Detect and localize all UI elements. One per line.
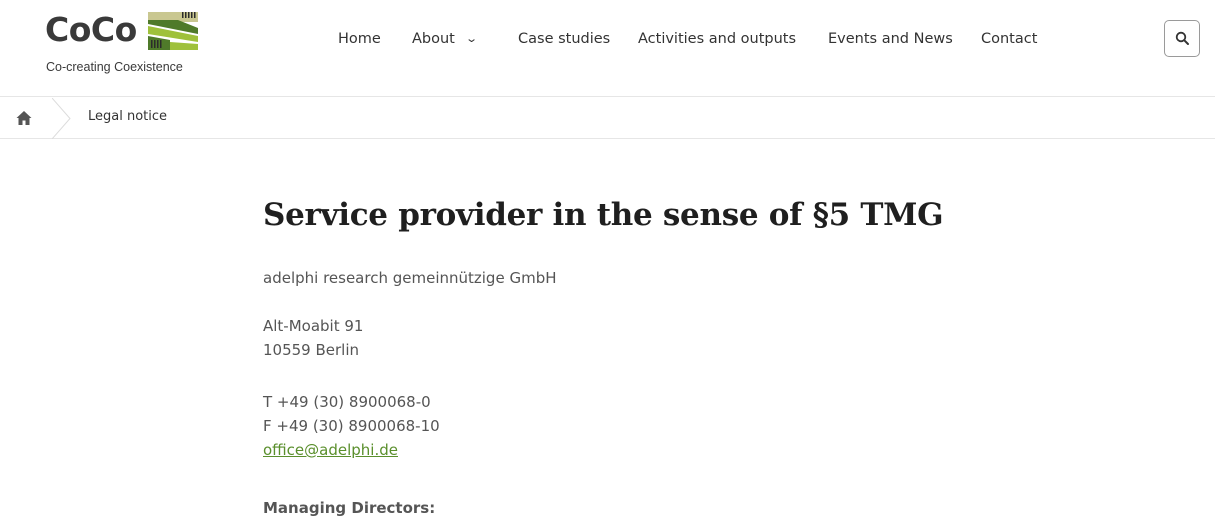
breadcrumb-separator (52, 98, 71, 139)
fax-number: F +49 (30) 8900068-10 (263, 417, 440, 435)
managing-directors-heading: Managing Directors: (263, 499, 436, 517)
company-name: adelphi research gemeinnützige GmbH (263, 269, 557, 287)
main-content: Service provider in the sense of §5 TMG … (263, 190, 963, 517)
site-logo[interactable]: CoCo Co-creating Coexistence (31, 8, 201, 78)
nav-activities-outputs[interactable]: Activities and outputs (638, 31, 796, 47)
search-button[interactable] (1164, 20, 1200, 57)
nav-about-label: About (412, 31, 455, 47)
home-icon[interactable] (15, 109, 33, 127)
breadcrumb: Legal notice (0, 98, 1215, 139)
nav-home[interactable]: Home (338, 31, 381, 47)
chevron-down-icon: ⌄ (465, 32, 478, 45)
phone-number: T +49 (30) 8900068-0 (263, 393, 431, 411)
contact-block: T +49 (30) 8900068-0 F +49 (30) 8900068-… (263, 390, 440, 462)
nav-contact[interactable]: Contact (981, 31, 1037, 47)
logo-wordmark: CoCo (45, 10, 137, 49)
nav-events-news[interactable]: Events and News (828, 31, 953, 47)
search-icon (1175, 31, 1189, 45)
logo-tagline: Co-creating Coexistence (46, 60, 183, 74)
page-title: Service provider in the sense of §5 TMG (263, 197, 944, 233)
address-city: 10559 Berlin (263, 341, 360, 359)
logo-landscape-icon (148, 12, 198, 50)
nav-case-studies[interactable]: Case studies (518, 31, 610, 47)
email-link[interactable]: office@adelphi.de (263, 438, 440, 462)
address-street: Alt-Moabit 91 (263, 317, 364, 335)
nav-about[interactable]: About ⌄ (412, 31, 478, 47)
breadcrumb-current: Legal notice (88, 109, 168, 124)
address-block: Alt-Moabit 91 10559 Berlin (263, 314, 363, 362)
site-header: CoCo Co-creating Coexistence Home About ⌄… (0, 0, 1215, 97)
